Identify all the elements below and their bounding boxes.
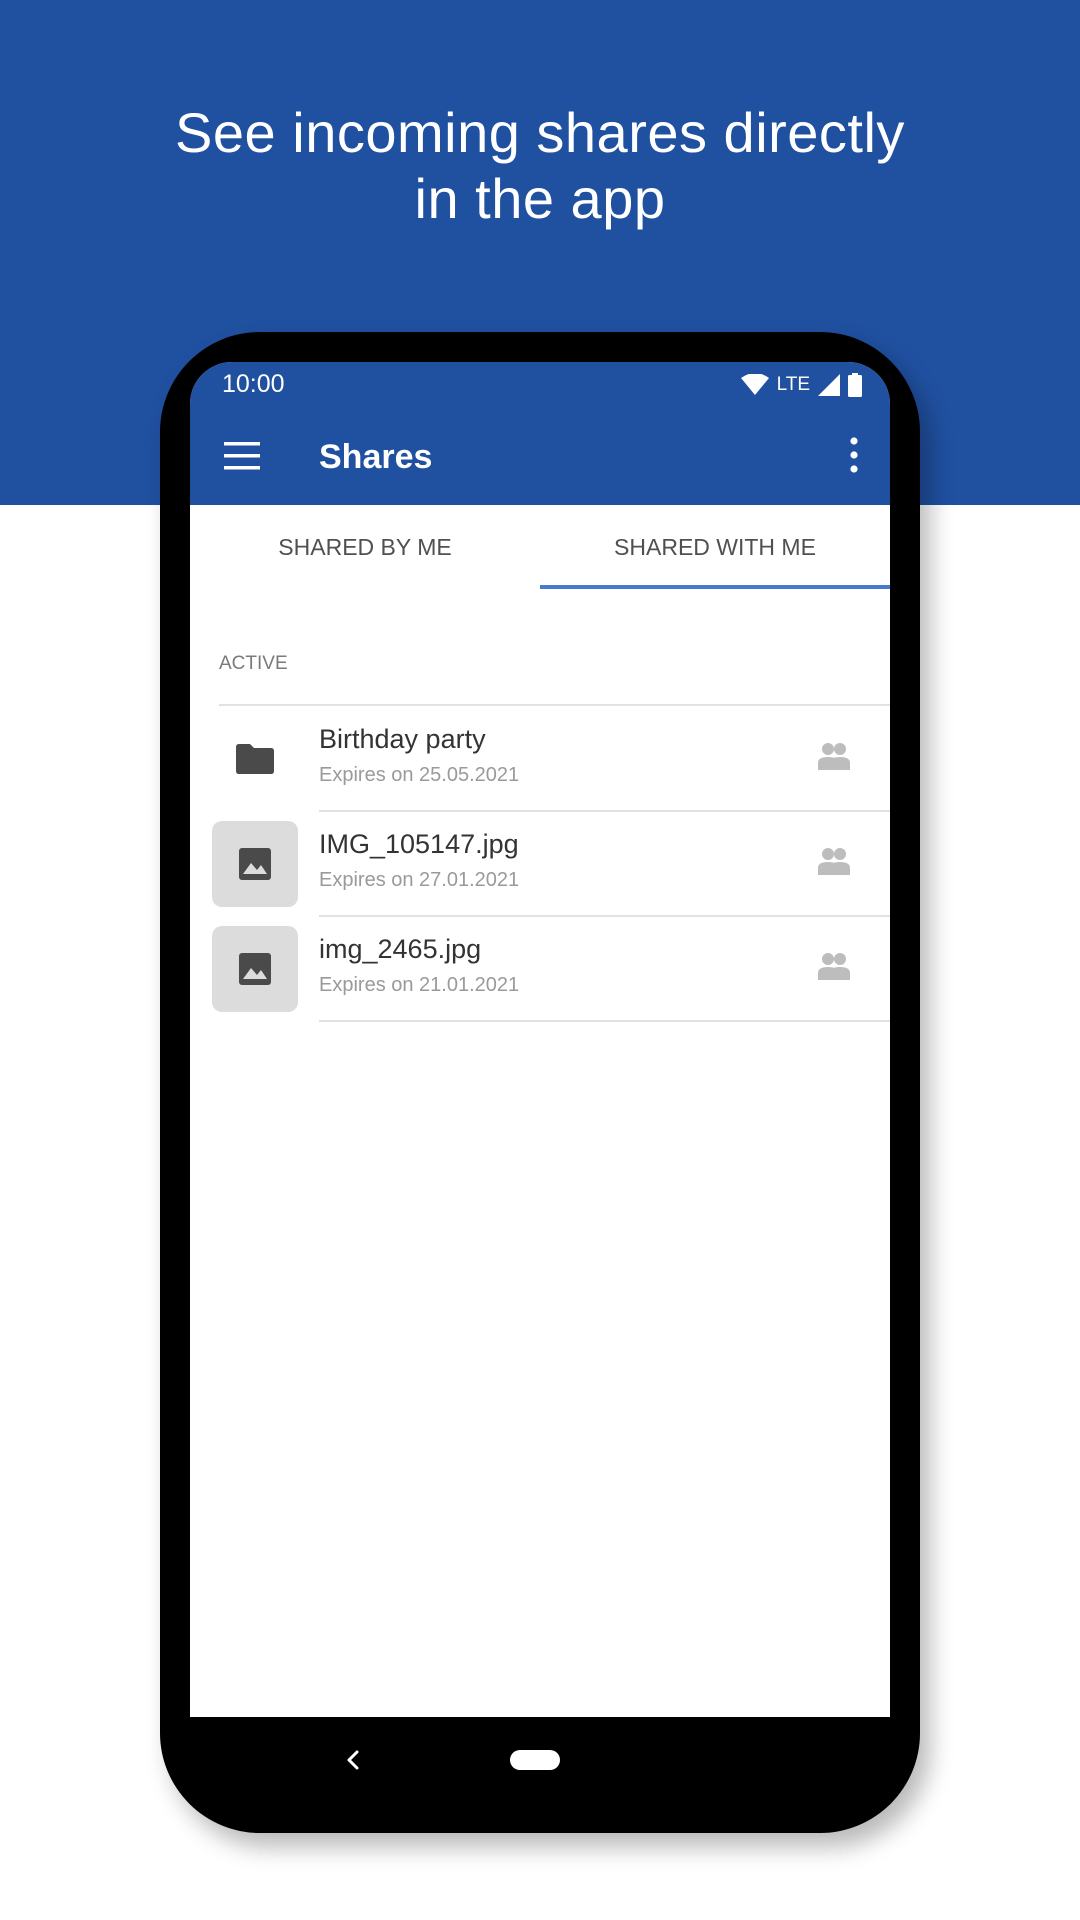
menu-icon[interactable]: [224, 442, 260, 470]
share-expiry: Expires on 21.01.2021: [319, 974, 520, 996]
signal-icon: [818, 374, 840, 396]
more-vert-icon[interactable]: [848, 437, 860, 473]
promo-headline-line-2: in the app: [414, 167, 666, 230]
image-icon: [239, 953, 271, 985]
phone-screen: 10:00 LTE Shares SHARED BY ME SHARED WIT…: [190, 362, 890, 1802]
tab-bar: SHARED BY ME SHARED WITH ME: [190, 505, 890, 589]
home-pill-icon[interactable]: [510, 1750, 560, 1770]
group-icon: [818, 848, 850, 875]
tab-shared-by-me[interactable]: SHARED BY ME: [190, 505, 540, 589]
app-bar-title: Shares: [319, 438, 433, 476]
network-type-label: LTE: [776, 374, 810, 395]
status-icons: LTE: [740, 370, 862, 400]
thumbnail: [212, 926, 298, 1012]
thumbnail: [212, 821, 298, 907]
back-icon[interactable]: [340, 1741, 364, 1779]
group-icon: [818, 953, 850, 980]
tab-selected-indicator: [540, 585, 890, 589]
share-name: IMG_105147.jpg: [319, 829, 519, 859]
section-header-active: ACTIVE: [219, 653, 288, 674]
battery-icon: [848, 373, 862, 397]
wifi-icon: [740, 374, 769, 395]
share-list-item[interactable]: img_2465.jpg Expires on 21.01.2021: [190, 916, 890, 1020]
phone-frame: 10:00 LTE Shares SHARED BY ME SHARED WIT…: [160, 332, 920, 1833]
share-name: Birthday party: [319, 724, 486, 754]
share-list-item[interactable]: IMG_105147.jpg Expires on 27.01.2021: [190, 811, 890, 915]
share-expiry: Expires on 25.05.2021: [319, 764, 520, 786]
thumbnail: [212, 716, 298, 802]
promo-headline: See incoming shares directly in the app: [0, 100, 1080, 232]
tab-shared-with-me[interactable]: SHARED WITH ME: [540, 505, 890, 589]
promo-headline-line-1: See incoming shares directly: [175, 101, 905, 164]
status-time: 10:00: [222, 370, 285, 398]
share-list-item[interactable]: Birthday party Expires on 25.05.2021: [190, 706, 890, 810]
group-icon: [818, 743, 850, 770]
system-nav-bar: [190, 1717, 890, 1803]
row-divider: [319, 1020, 890, 1022]
image-icon: [239, 848, 271, 880]
app-bar: 10:00 LTE Shares: [190, 362, 890, 505]
share-expiry: Expires on 27.01.2021: [319, 869, 520, 891]
folder-icon: [236, 744, 274, 774]
share-name: img_2465.jpg: [319, 934, 482, 964]
